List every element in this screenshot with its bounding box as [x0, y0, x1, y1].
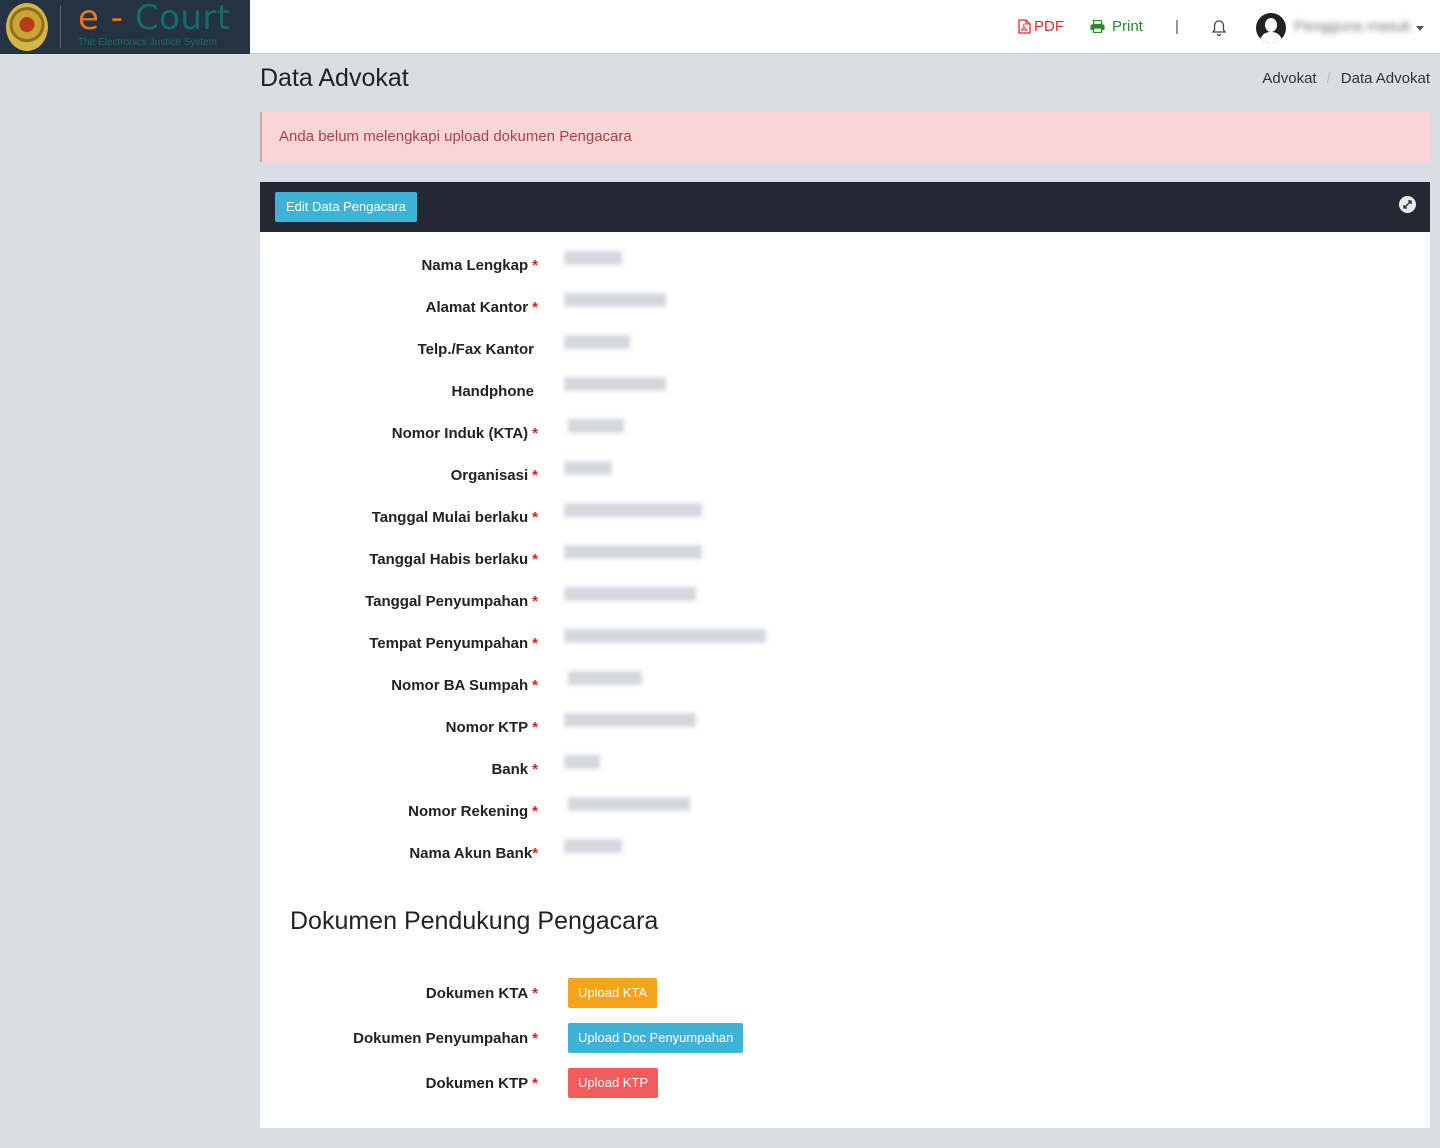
user-name[interactable]: Pengguna masuk [1294, 18, 1411, 35]
field-value-redacted [568, 797, 690, 811]
bell-icon[interactable] [1211, 19, 1227, 37]
document-row-ktp: Dokumen KTP * Upload KTP [260, 1068, 860, 1098]
field-label: Tanggal Penyumpahan * [365, 593, 538, 610]
upload-penyumpahan-button[interactable]: Upload Doc Penyumpahan [568, 1023, 744, 1053]
field-telp-fax: Telp./Fax Kantor [260, 335, 860, 365]
court-emblem-logo [6, 3, 48, 51]
pdf-label: PDF [1034, 18, 1064, 35]
printer-icon [1090, 20, 1105, 33]
field-nomor-kta: Nomor Induk (KTA) * [260, 419, 860, 449]
field-bank: Bank * [260, 755, 860, 785]
field-label: Organisasi * [450, 467, 538, 484]
field-value-redacted [564, 335, 630, 349]
upload-ktp-button[interactable]: Upload KTP [568, 1068, 659, 1098]
field-value-redacted [564, 713, 696, 727]
pdf-icon [1018, 19, 1031, 34]
field-label: Nama Akun Bank* [409, 845, 538, 862]
avatar-face [1265, 18, 1277, 32]
field-label: Tempat Penyumpahan * [369, 635, 538, 652]
field-nama-akun-bank: Nama Akun Bank* [260, 839, 860, 869]
brand-divider [60, 6, 61, 48]
field-nomor-ba-sumpah: Nomor BA Sumpah * [260, 671, 860, 701]
advokat-panel: Edit Data Pengacara Nama Lengkap * Alamat… [260, 182, 1430, 1128]
field-value-redacted [568, 419, 624, 433]
field-label: Tanggal Habis berlaku * [369, 551, 538, 568]
field-value-redacted [568, 671, 642, 685]
field-value-redacted [564, 461, 612, 475]
expand-arrows-icon [1403, 200, 1412, 209]
page-title: Data Advokat [260, 64, 409, 92]
user-avatar[interactable] [1256, 13, 1286, 43]
field-label: Telp./Fax Kantor [417, 341, 534, 358]
panel-header: Edit Data Pengacara [260, 182, 1430, 232]
field-value-redacted [564, 839, 622, 853]
field-organisasi: Organisasi * [260, 461, 860, 491]
field-tanggal-mulai: Tanggal Mulai berlaku * [260, 503, 860, 533]
field-value-redacted [564, 755, 600, 769]
brand-subtitle: The Electronics Justice System [78, 37, 217, 48]
field-label: Bank * [491, 761, 538, 778]
field-tanggal-penyumpahan: Tanggal Penyumpahan * [260, 587, 860, 617]
print-link[interactable]: Print [1090, 18, 1143, 35]
brand-title: e - Court [78, 0, 231, 38]
print-label: Print [1112, 18, 1143, 35]
field-value-redacted [564, 293, 666, 307]
alert-text: Anda belum melengkapi upload dokumen Pen… [279, 128, 632, 145]
field-label: Handphone [451, 383, 535, 400]
field-value-redacted [564, 503, 702, 517]
pdf-link[interactable]: PDF [1018, 18, 1064, 35]
field-handphone: Handphone [260, 377, 860, 407]
field-value-redacted [564, 545, 702, 559]
document-row-penyumpahan: Dokumen Penyumpahan * Upload Doc Penyumpa… [260, 1023, 860, 1053]
field-tempat-penyumpahan: Tempat Penyumpahan * [260, 629, 860, 659]
top-navbar: e - Court The Electronics Justice System… [0, 0, 1440, 54]
documents-section-title: Dokumen Pendukung Pengacara [290, 907, 659, 935]
upload-kta-button[interactable]: Upload KTA [568, 978, 658, 1008]
field-label: Nomor BA Sumpah * [391, 677, 538, 694]
document-label: Dokumen KTA * [425, 985, 538, 1002]
field-value-redacted [564, 629, 766, 643]
field-label: Tanggal Mulai berlaku * [371, 509, 538, 526]
document-row-kta: Dokumen KTA * Upload KTA [260, 978, 860, 1008]
field-label: Nomor KTP * [445, 719, 538, 736]
warning-alert: Anda belum melengkapi upload dokumen Pen… [260, 112, 1430, 162]
field-tanggal-habis: Tanggal Habis berlaku * [260, 545, 860, 575]
field-nomor-rekening: Nomor Rekening * [260, 797, 860, 827]
field-label: Nama Lengkap * [421, 257, 538, 274]
breadcrumb: Advokat / Data Advokat [1262, 70, 1430, 87]
field-label: Nomor Rekening * [408, 803, 538, 820]
breadcrumb-item-advokat[interactable]: Advokat [1262, 70, 1316, 87]
expand-icon[interactable] [1399, 196, 1416, 213]
field-value-redacted [564, 251, 622, 265]
edit-data-button[interactable]: Edit Data Pengacara [275, 192, 417, 222]
breadcrumb-separator: / [1326, 70, 1331, 87]
nav-separator: | [1175, 18, 1179, 35]
avatar-body [1260, 32, 1282, 43]
field-label: Nomor Induk (KTA) * [391, 425, 538, 442]
field-value-redacted [564, 377, 666, 391]
document-label: Dokumen KTP * [425, 1075, 538, 1092]
brand[interactable]: e - Court The Electronics Justice System [0, 0, 250, 54]
field-nomor-ktp: Nomor KTP * [260, 713, 860, 743]
document-label: Dokumen Penyumpahan * [353, 1030, 538, 1047]
breadcrumb-item-current: Data Advokat [1340, 70, 1430, 87]
field-nama-lengkap: Nama Lengkap * [260, 251, 860, 281]
chevron-down-icon[interactable] [1416, 26, 1424, 31]
field-value-redacted [564, 587, 696, 601]
field-label: Alamat Kantor * [425, 299, 538, 316]
field-alamat-kantor: Alamat Kantor * [260, 293, 860, 323]
